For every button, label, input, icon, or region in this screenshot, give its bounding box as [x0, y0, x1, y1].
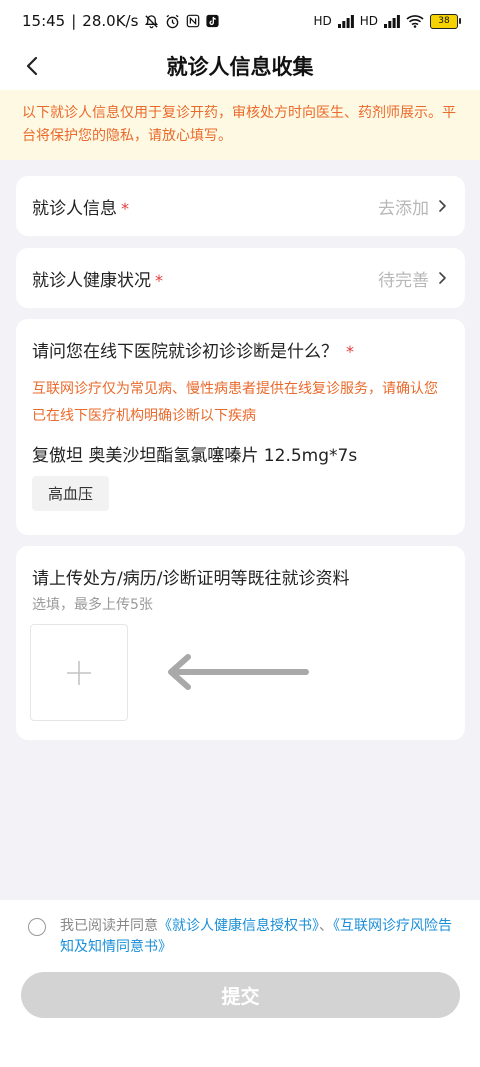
- diagnosis-card: 请问您在线下医院就诊初诊诊断是什么？ * 互联网诊疗仅为常见病、慢性病患者提供在线…: [16, 319, 465, 535]
- status-separator: |: [71, 12, 77, 30]
- wifi-icon: [406, 15, 424, 28]
- required-mark: *: [121, 198, 129, 218]
- status-left: 15:45 | 28.0K/s: [22, 12, 219, 30]
- alarm-icon: [166, 14, 179, 28]
- status-right: HD HD 38: [313, 13, 461, 29]
- health-status-label-wrap: 就诊人健康状况 *: [32, 266, 163, 291]
- page-title: 就诊人信息收集: [166, 55, 314, 79]
- upload-subtitle: 选填，最多上传5张: [32, 597, 153, 613]
- diagnosis-warning: 互联网诊疗仅为常见病、慢性病患者提供在线复诊服务，请确认您已在线下医疗机构明确诊…: [32, 381, 438, 424]
- chevron-right-icon: [439, 272, 446, 284]
- health-status-label: 就诊人健康状况: [32, 270, 151, 291]
- signal-icon-2: [384, 14, 400, 28]
- patient-info-label-wrap: 就诊人信息 *: [32, 194, 129, 219]
- upload-title: 请上传处方/病历/诊断证明等既往就诊资料: [32, 569, 350, 589]
- agreement-separator: 、: [319, 918, 333, 934]
- upload-image-button[interactable]: [30, 624, 128, 721]
- nav-bar: 就诊人信息收集: [0, 42, 480, 90]
- status-net-speed: 28.0K/s: [82, 12, 139, 30]
- status-time: 15:45: [22, 12, 66, 30]
- bottom-area: 我已阅读并同意《就诊人健康信息授权书》、《互联网诊疗风险告知及知情同意书》 提交: [0, 900, 480, 1067]
- hd-badge-1: HD: [313, 14, 332, 28]
- health-status-action-text: 待完善: [378, 270, 429, 291]
- nfc-icon: [187, 14, 200, 28]
- status-bar: 15:45 | 28.0K/s HD HD 38: [0, 0, 480, 42]
- health-status-action[interactable]: 待完善: [378, 266, 449, 291]
- chevron-left-icon: [26, 56, 38, 76]
- back-button[interactable]: [16, 50, 48, 82]
- medicine-name: 复傲坦 奥美沙坦酯氢氯噻嗪片 12.5mg*7s: [32, 446, 358, 466]
- patient-info-label: 就诊人信息: [32, 198, 117, 219]
- submit-button[interactable]: 提交: [21, 972, 460, 1018]
- required-mark: *: [155, 270, 163, 290]
- signal-icon: [337, 14, 354, 28]
- diagnosis-question: 请问您在线下医院就诊初诊诊断是什么？: [32, 342, 338, 362]
- patient-info-action[interactable]: 去添加: [378, 194, 449, 219]
- agreement-row: 我已阅读并同意《就诊人健康信息授权书》、《互联网诊疗风险告知及知情同意书》: [28, 916, 458, 958]
- arrow-left-icon: [168, 654, 309, 690]
- battery-icon: 38: [430, 13, 461, 29]
- privacy-notice: 以下就诊人信息仅用于复诊开药，审核处方时向医生、药剂师展示。平台将保护您的隐私，…: [0, 90, 480, 160]
- health-info-auth-link[interactable]: 《就诊人健康信息授权书》: [158, 918, 319, 934]
- agreement-text: 我已阅读并同意《就诊人健康信息授权书》、《互联网诊疗风险告知及知情同意书》: [60, 916, 458, 958]
- patient-info-action-text: 去添加: [378, 198, 429, 219]
- diagnosis-tag[interactable]: 高血压: [32, 476, 110, 511]
- agreement-prefix: 我已阅读并同意: [60, 918, 158, 934]
- bell-off-icon: [145, 14, 159, 28]
- patient-info-row[interactable]: 就诊人信息 * 去添加: [16, 176, 465, 236]
- tiktok-icon: [206, 14, 219, 28]
- diagnosis-question-wrap: 请问您在线下医院就诊初诊诊断是什么？ *: [32, 337, 449, 362]
- hd-badge-2: HD: [359, 14, 378, 28]
- agree-radio[interactable]: [28, 918, 46, 936]
- required-mark: *: [346, 342, 354, 361]
- health-status-row[interactable]: 就诊人健康状况 * 待完善: [16, 248, 465, 308]
- plus-icon: [67, 660, 91, 685]
- chevron-right-icon: [439, 200, 446, 212]
- upload-card: 请上传处方/病历/诊断证明等既往就诊资料 选填，最多上传5张: [16, 546, 465, 740]
